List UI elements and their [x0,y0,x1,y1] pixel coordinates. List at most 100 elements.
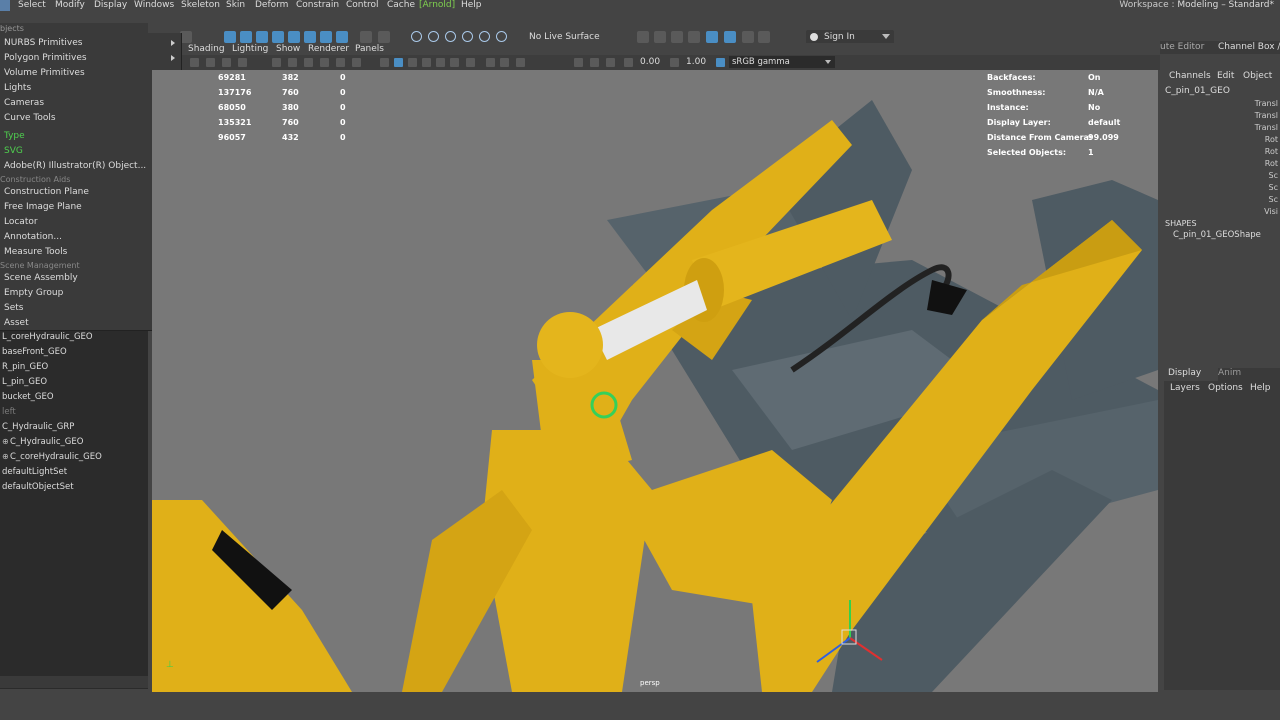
menu-display[interactable]: Display [94,0,127,11]
object-menu[interactable]: Object [1243,71,1272,81]
menu-skeleton[interactable]: Skeleton [181,0,220,11]
channel-label[interactable]: Sc [1269,171,1278,180]
channel-label[interactable]: Rot [1265,135,1278,144]
edit-menu[interactable]: Edit [1217,71,1234,81]
bookmark-icon[interactable] [206,58,215,67]
lock-icon[interactable] [360,31,372,43]
viewport-menu-shading[interactable]: Shading [188,44,225,54]
viewport-menu-lighting[interactable]: Lighting [232,44,268,54]
construction-icon[interactable] [428,31,439,42]
tab-anim-layers[interactable]: Anim [1218,368,1241,378]
channels-menu[interactable]: Channels [1169,71,1211,81]
exposure-field[interactable]: 0.00 [640,57,660,67]
snap-vertex-icon[interactable] [304,31,316,43]
snap-edge-icon[interactable] [320,31,332,43]
outliner-item[interactable]: bucket_GEO [2,392,54,402]
color-management-icon[interactable] [716,58,725,67]
channel-label[interactable]: Visi [1264,207,1278,216]
outliner-item[interactable]: baseFront_GEO [2,347,67,357]
render-view-icon[interactable] [724,31,736,43]
viewport-3d[interactable]: 69281 382 0 137176 760 0 68050 380 0 135… [152,70,1158,692]
safe-action-icon[interactable] [352,58,361,67]
channel-label[interactable]: Rot [1265,147,1278,156]
history-icon[interactable] [411,31,422,42]
exposure-icon[interactable] [624,58,633,67]
tab-display-layers[interactable]: Display [1164,368,1218,381]
anti-alias-icon[interactable] [500,58,509,67]
workspace-selector[interactable]: Workspace : Modeling – Standard* [1119,0,1274,11]
menu-item-annotation[interactable]: Annotation... [4,232,62,242]
viewport-menu-renderer[interactable]: Renderer [308,44,349,54]
layers-menu[interactable]: Layers [1170,383,1200,393]
shape-name[interactable]: C_pin_01_GEOShape [1173,230,1261,240]
snap-curve-icon[interactable] [240,31,252,43]
channel-label[interactable]: Rot [1265,159,1278,168]
tab-channel-box[interactable]: Channel Box / L [1218,42,1280,52]
channel-label[interactable]: Transl [1255,111,1278,120]
outliner-item[interactable]: defaultObjectSet [2,482,74,492]
channel-label[interactable]: Transl [1255,99,1278,108]
channel-label[interactable]: Sc [1269,183,1278,192]
arnold-render-icon[interactable] [742,31,754,43]
render-frame-icon[interactable] [637,31,649,43]
menu-create-highlight[interactable] [0,0,10,11]
wire-on-shaded-icon[interactable] [408,58,417,67]
help-menu[interactable]: Help [1250,383,1271,393]
wireframe-icon[interactable] [238,58,247,67]
outliner-item[interactable]: C_Hydraulic_GRP [2,422,74,432]
expand-icon[interactable]: ⊕ [2,437,9,446]
menu-item-polygon-primitives[interactable]: Polygon Primitives [4,53,87,63]
menu-constrain[interactable]: Constrain [296,0,339,11]
outliner-item[interactable]: L_pin_GEO [2,377,47,387]
color-space-dropdown[interactable]: sRGB gamma [729,56,835,68]
outliner-item[interactable]: C_Hydraulic_GEO [10,437,83,447]
menu-deform[interactable]: Deform [255,0,288,11]
image-plane-icon[interactable] [222,58,231,67]
menu-item-construction-plane[interactable]: Construction Plane [4,187,89,197]
outliner-item[interactable]: R_pin_GEO [2,362,48,372]
gate-mask-icon[interactable] [320,58,329,67]
xray-icon[interactable] [590,58,599,67]
tab-attribute-editor[interactable]: ute Editor [1160,42,1204,52]
right-panel-scrollbar[interactable] [1168,678,1280,688]
textured-icon[interactable] [422,58,431,67]
menu-arnold[interactable]: [Arnold] [419,0,455,11]
menu-item-svg[interactable]: SVG [4,146,23,156]
menu-item-measure-tools[interactable]: Measure Tools [4,247,67,257]
refresh-icon[interactable] [496,31,507,42]
menu-skin[interactable]: Skin [226,0,245,11]
snap-surface-icon[interactable] [288,31,300,43]
menu-item-type[interactable]: Type [4,131,25,141]
film-gate-icon[interactable] [288,58,297,67]
outliner-item[interactable]: defaultLightSet [2,467,67,477]
outliner-scrollbar[interactable] [0,676,148,688]
ipr-icon[interactable] [671,31,683,43]
menu-item-illustrator-object[interactable]: Adobe(R) Illustrator(R) Object... [4,161,146,171]
menu-item-lights[interactable]: Lights [4,83,31,93]
ambient-occlusion-icon[interactable] [466,58,475,67]
channel-label[interactable]: Sc [1269,195,1278,204]
menu-modify[interactable]: Modify [55,0,85,11]
paint-icon[interactable] [479,31,490,42]
menu-item-empty-group[interactable]: Empty Group [4,288,63,298]
render-settings-icon[interactable] [688,31,700,43]
live-surface-field[interactable]: No Live Surface [529,32,600,42]
outliner-item[interactable]: left [2,407,16,417]
outliner-item[interactable]: L_coreHydraulic_GEO [2,332,93,342]
hypershade-icon[interactable] [706,31,718,43]
field-chart-icon[interactable] [336,58,345,67]
menu-item-curve-tools[interactable]: Curve Tools [4,113,56,123]
gamma-field[interactable]: 1.00 [686,57,706,67]
expand-icon[interactable]: ⊕ [2,452,9,461]
shadows-icon[interactable] [450,58,459,67]
menu-select[interactable]: Select [18,0,46,11]
grid-icon[interactable] [272,58,281,67]
viewport-menu-show[interactable]: Show [276,44,300,54]
motion-blur-icon[interactable] [486,58,495,67]
menu-item-asset[interactable]: Asset [4,318,29,328]
selected-object-name[interactable]: C_pin_01_GEO [1165,86,1230,96]
render-icon[interactable] [654,31,666,43]
snap-point-icon[interactable] [256,31,268,43]
menu-item-nurbs-primitives[interactable]: NURBS Primitives [4,38,82,48]
symmetry-icon[interactable] [378,31,390,43]
